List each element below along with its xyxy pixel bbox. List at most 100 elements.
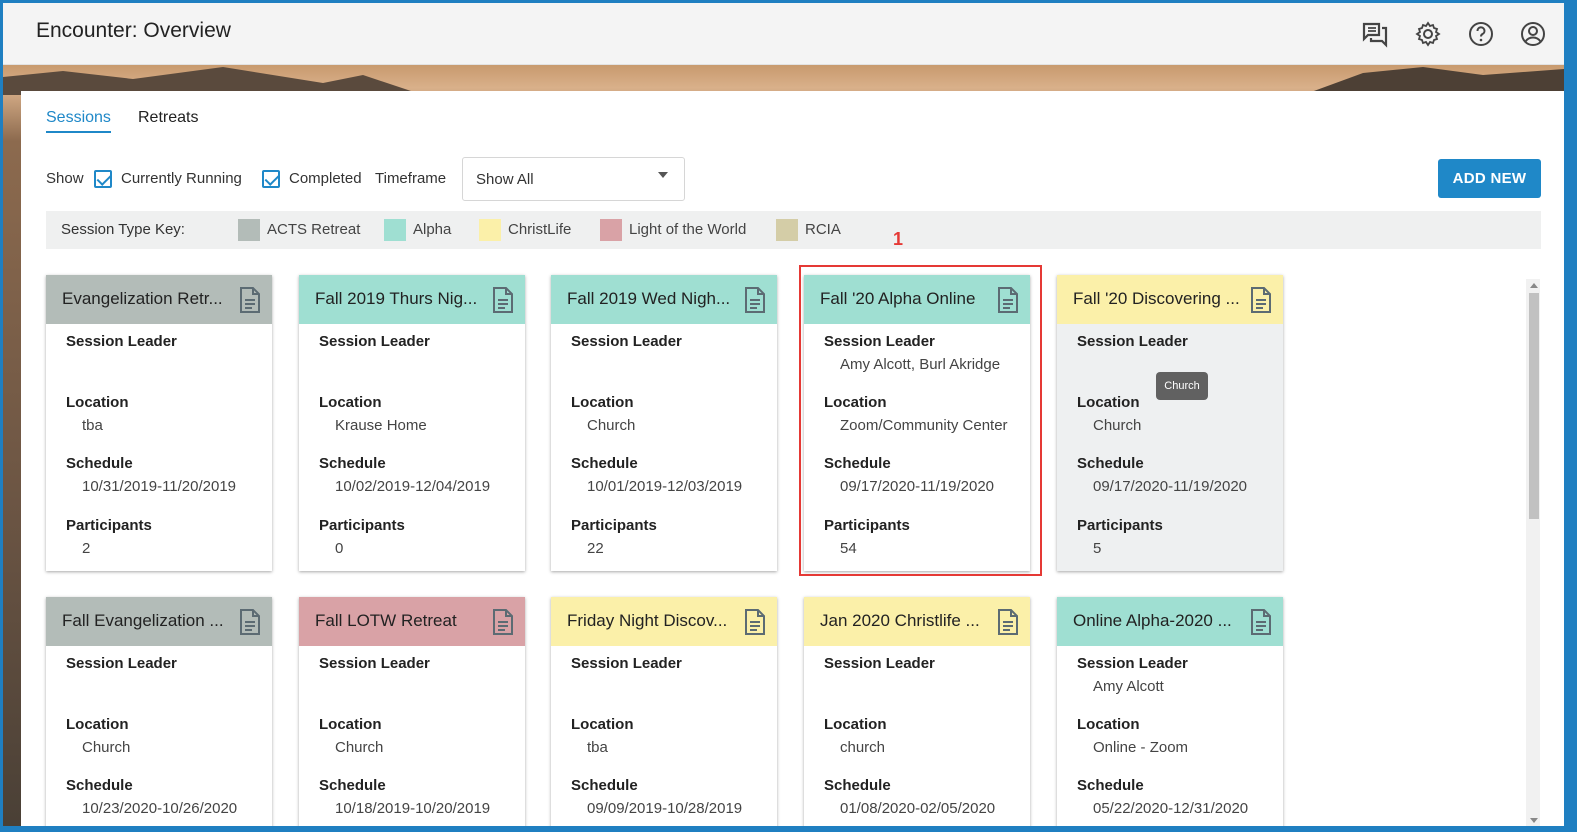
page-title: Encounter: Overview <box>36 19 231 42</box>
session-leader-value: Amy Alcott <box>1093 678 1164 695</box>
location-label: Location <box>1077 716 1140 733</box>
document-icon[interactable] <box>995 608 1021 636</box>
session-card[interactable]: Fall 2019 Thurs Nig... Session Leader Loca… <box>299 275 525 571</box>
completed-checkbox[interactable] <box>262 170 280 188</box>
chat-icon[interactable] <box>1361 20 1389 48</box>
location-value: Krause Home <box>335 417 427 434</box>
document-icon[interactable] <box>1248 608 1274 636</box>
card-title[interactable]: Online Alpha-2020 ... <box>1073 611 1243 631</box>
currently-running-label[interactable]: Currently Running <box>121 170 242 187</box>
key-swatch-christlife <box>479 219 501 241</box>
card-header: Fall Evangelization ... <box>46 597 272 646</box>
participants-label: Participants <box>66 517 152 534</box>
schedule-value: 10/23/2020-10/26/2020 <box>82 800 238 817</box>
location-label: Location <box>824 716 887 733</box>
annotation-number: 1 <box>893 229 904 249</box>
card-title[interactable]: Fall 2019 Wed Nigh... <box>567 289 737 309</box>
key-swatch-acts <box>238 219 260 241</box>
key-swatch-lotw <box>600 219 622 241</box>
scroll-down-arrow[interactable] <box>1530 818 1538 823</box>
show-label: Show <box>46 170 84 187</box>
schedule-label: Schedule <box>1077 455 1144 472</box>
location-value: tba <box>82 417 103 434</box>
currently-running-checkbox[interactable] <box>94 170 112 188</box>
document-icon[interactable] <box>490 608 516 636</box>
tab-sessions[interactable]: Sessions <box>46 109 111 133</box>
timeframe-value: Show All <box>476 171 534 188</box>
schedule-label: Schedule <box>319 777 386 794</box>
card-header: Friday Night Discov... <box>551 597 777 646</box>
location-label: Location <box>319 394 382 411</box>
session-card[interactable]: Fall LOTW Retreat Session Leader Location C… <box>299 597 525 826</box>
add-new-button[interactable]: ADD NEW <box>1438 159 1541 198</box>
document-icon[interactable] <box>742 286 768 314</box>
card-header: Fall LOTW Retreat <box>299 597 525 646</box>
location-label: Location <box>319 716 382 733</box>
document-icon[interactable] <box>237 286 263 314</box>
session-card[interactable]: Fall '20 Discovering ... Session Leader Lo… <box>1057 275 1283 571</box>
key-label-christlife: ChristLife <box>508 221 572 238</box>
location-value: Church <box>1093 417 1142 434</box>
location-label: Location <box>1077 394 1140 411</box>
account-icon[interactable] <box>1519 20 1547 48</box>
key-label-acts: ACTS Retreat <box>267 221 361 238</box>
card-header: Fall 2019 Thurs Nig... <box>299 275 525 324</box>
schedule-value: 10/01/2019-12/03/2019 <box>587 478 743 495</box>
location-label: Location <box>66 394 129 411</box>
session-card[interactable]: Fall Evangelization ... Session Leader Loc… <box>46 597 272 826</box>
timeframe-select[interactable]: Show All <box>462 157 685 201</box>
document-icon[interactable] <box>237 608 263 636</box>
session-card[interactable]: Evangelization Retr... Session Leader Loca… <box>46 275 272 571</box>
document-icon[interactable] <box>1248 286 1274 314</box>
key-label-alpha: Alpha <box>413 221 452 238</box>
session-card[interactable]: Online Alpha-2020 ... Session Leader Amy A… <box>1057 597 1283 826</box>
schedule-value: 01/08/2020-02/05/2020 <box>840 800 996 817</box>
schedule-value: 10/02/2019-12/04/2019 <box>335 478 491 495</box>
gear-icon[interactable] <box>1414 20 1442 48</box>
session-leader-label: Session Leader <box>66 333 177 350</box>
location-label: Location <box>66 716 129 733</box>
card-title[interactable]: Jan 2020 Christlife ... <box>820 611 990 631</box>
filter-bar: Show Currently Running Completed Timefra… <box>46 157 1536 201</box>
card-title[interactable]: Fall LOTW Retreat <box>315 611 485 631</box>
schedule-label: Schedule <box>824 777 891 794</box>
session-leader-label: Session Leader <box>571 655 682 672</box>
card-title[interactable]: Evangelization Retr... <box>62 289 232 309</box>
location-value: Church <box>335 739 384 756</box>
help-icon[interactable] <box>1467 20 1495 48</box>
location-value: tba <box>587 739 608 756</box>
schedule-label: Schedule <box>66 777 133 794</box>
session-leader-label: Session Leader <box>571 333 682 350</box>
session-leader-label: Session Leader <box>66 655 177 672</box>
scroll-up-arrow[interactable] <box>1530 283 1538 288</box>
tab-retreats[interactable]: Retreats <box>138 109 198 131</box>
card-title[interactable]: Fall '20 Discovering ... <box>1073 289 1243 309</box>
app-window: Encounter: Overview Sessions Retreats Sh… <box>3 3 1564 826</box>
key-swatch-alpha <box>384 219 406 241</box>
schedule-label: Schedule <box>1077 777 1144 794</box>
scrollbar-thumb[interactable] <box>1529 293 1539 519</box>
session-card[interactable]: Friday Night Discov... Session Leader Loca… <box>551 597 777 826</box>
card-header: Jan 2020 Christlife ... <box>804 597 1030 646</box>
schedule-value: 05/22/2020-12/31/2020 <box>1093 800 1249 817</box>
top-bar: Encounter: Overview <box>3 3 1564 65</box>
participants-value: 2 <box>82 540 91 557</box>
document-icon[interactable] <box>742 608 768 636</box>
session-leader-label: Session Leader <box>824 655 935 672</box>
participants-value: 22 <box>587 540 604 557</box>
card-title[interactable]: Fall Evangelization ... <box>62 611 232 631</box>
card-header: Online Alpha-2020 ... <box>1057 597 1283 646</box>
participants-value: 0 <box>335 540 344 557</box>
document-icon[interactable] <box>490 286 516 314</box>
chevron-down-icon <box>658 172 668 178</box>
session-card[interactable]: Jan 2020 Christlife ... Session Leader Loc… <box>804 597 1030 826</box>
completed-label[interactable]: Completed <box>289 170 362 187</box>
card-title[interactable]: Fall 2019 Thurs Nig... <box>315 289 485 309</box>
card-header: Fall '20 Discovering ... <box>1057 275 1283 324</box>
session-leader-label: Session Leader <box>1077 333 1188 350</box>
key-label-rcia: RCIA <box>805 221 841 238</box>
annotation-highlight-box <box>799 265 1042 576</box>
card-title[interactable]: Friday Night Discov... <box>567 611 737 631</box>
session-leader-label: Session Leader <box>319 333 430 350</box>
session-card[interactable]: Fall 2019 Wed Nigh... Session Leader Locat… <box>551 275 777 571</box>
